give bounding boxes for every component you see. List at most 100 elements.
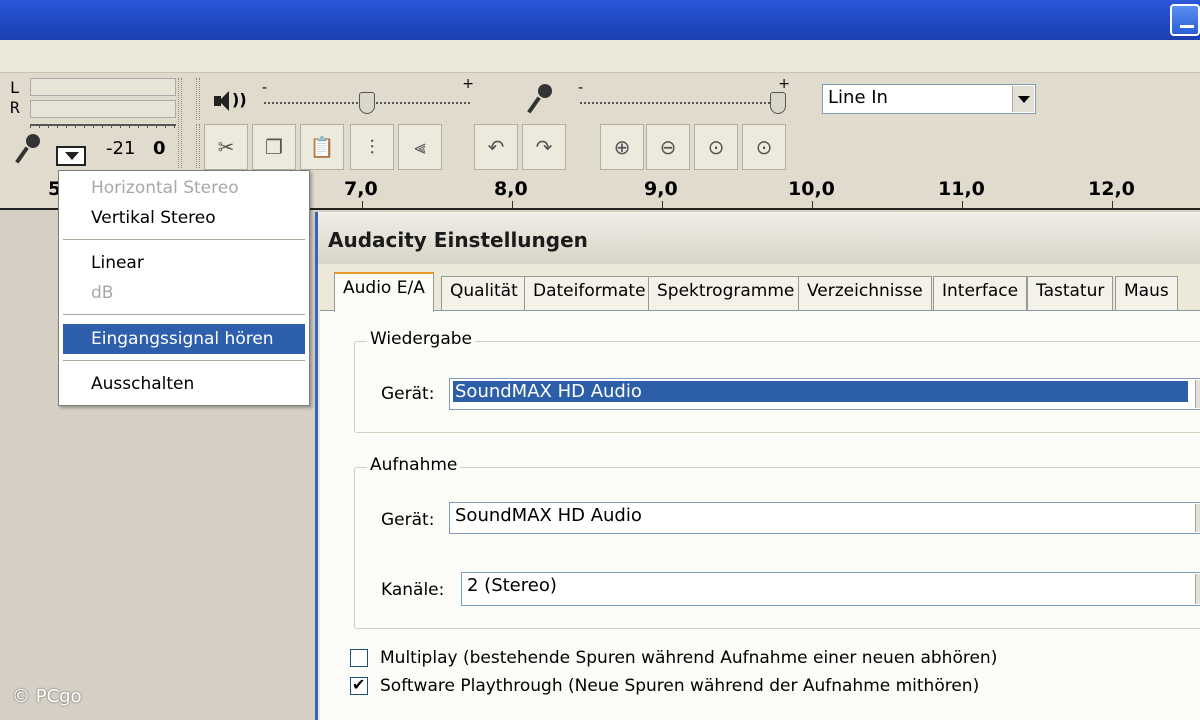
toolbar-grip[interactable]	[196, 124, 200, 168]
ruler-mark	[512, 201, 513, 208]
waveform-silence-icon: ⫷	[414, 135, 426, 159]
menu-item-horizontal-stereo[interactable]: Horizontal Stereo	[63, 173, 305, 203]
playback-group: Wiedergabe Gerät: SoundMAX HD Audio	[354, 329, 1200, 433]
fit-project-button[interactable]: ⊙	[742, 124, 786, 170]
tab-file-formats[interactable]: Dateiformate	[524, 276, 655, 310]
recording-device-select[interactable]: SoundMAX HD Audio	[449, 502, 1200, 534]
input-source-select[interactable]: Line In	[822, 84, 1036, 114]
trim-button[interactable]: ✂	[204, 124, 248, 170]
ruler-mark	[362, 201, 363, 208]
input-slider-track	[580, 102, 786, 104]
recording-group: Aufnahme Gerät: SoundMAX HD Audio Kanäle…	[354, 455, 1200, 629]
input-source-value: Line In	[828, 87, 888, 108]
menu-item-db[interactable]: dB	[63, 278, 305, 308]
undo-icon: ↶	[487, 135, 505, 159]
ruler-tick: 10,0	[788, 178, 835, 200]
right-channel-label: R	[10, 98, 20, 117]
playback-device-label: Gerät:	[381, 384, 435, 404]
chevron-down-icon	[1195, 574, 1200, 604]
ruler-tick: 11,0	[938, 178, 985, 200]
dialog-title: Audacity Einstellungen	[328, 228, 588, 252]
undo-button[interactable]: ↶	[474, 124, 518, 170]
recording-legend: Aufnahme	[367, 455, 461, 475]
input-slider-max: +	[778, 76, 790, 92]
copy-icon: ❐	[265, 135, 283, 159]
trim-outside-button[interactable]: ⫶	[350, 124, 394, 170]
menu-item-vertical-stereo[interactable]: Vertikal Stereo	[63, 203, 305, 233]
microphone-icon	[16, 134, 42, 164]
ruler-tick: 8,0	[494, 178, 528, 200]
ruler-tick: 12,0	[1088, 178, 1135, 200]
multiplay-checkbox[interactable]	[350, 649, 368, 667]
tab-quality[interactable]: Qualität	[441, 276, 527, 310]
ruler-mark	[962, 201, 963, 208]
left-level-bar	[30, 78, 176, 96]
tab-keyboard[interactable]: Tastatur	[1027, 276, 1114, 310]
zoom-fit-project-icon: ⊙	[755, 135, 773, 159]
menu-item-linear[interactable]: Linear	[63, 248, 305, 278]
redo-icon: ↷	[535, 135, 553, 159]
zoom-in-button[interactable]: ⊕	[600, 124, 644, 170]
ruler-tick: 9,0	[644, 178, 678, 200]
paste-button[interactable]: 📋	[300, 124, 344, 170]
fit-selection-button[interactable]: ⊙	[694, 124, 738, 170]
meter-db-left: -21	[106, 138, 136, 159]
multiplay-label: Multiplay (bestehende Spuren während Auf…	[380, 648, 998, 668]
menu-bar	[0, 40, 1200, 72]
input-microphone-icon	[528, 84, 554, 114]
zoom-out-icon: ⊖	[659, 135, 677, 159]
chevron-down-icon	[1195, 380, 1200, 408]
meter-toolbar: L R	[8, 76, 176, 128]
tab-mouse[interactable]: Maus	[1115, 276, 1178, 310]
waveform-trim-icon: ⫶	[369, 135, 375, 159]
ruler-mark	[1112, 201, 1113, 208]
menu-item-monitor-input[interactable]: Eingangssignal hören	[63, 324, 305, 354]
tab-directories[interactable]: Verzeichnisse	[798, 276, 932, 310]
tab-spectrograms[interactable]: Spektrogramme	[648, 276, 804, 310]
tab-audio-io[interactable]: Audio E/A	[334, 272, 434, 312]
chevron-down-icon	[1195, 504, 1200, 532]
ruler-tick: 7,0	[344, 178, 378, 200]
silence-button[interactable]: ⫷	[398, 124, 442, 170]
toolbar-grip[interactable]	[196, 78, 200, 120]
meter-popup-menu: Horizontal Stereo Vertikal Stereo Linear…	[58, 170, 310, 406]
output-slider-max: +	[462, 76, 474, 92]
zoom-in-icon: ⊕	[613, 135, 631, 159]
channels-value: 2 (Stereo)	[467, 575, 557, 596]
channels-label: Kanäle:	[381, 580, 445, 600]
menu-separator	[63, 360, 305, 362]
window-titlebar	[0, 0, 1200, 40]
right-level-bar	[30, 100, 176, 118]
input-volume-slider[interactable]: - +	[578, 76, 790, 114]
minimize-button[interactable]	[1170, 4, 1200, 36]
output-slider-knob[interactable]	[359, 92, 375, 114]
dialog-titlebar: Audacity Einstellungen	[318, 212, 1200, 264]
menu-item-disable[interactable]: Ausschalten	[63, 369, 305, 399]
ruler-mark	[812, 201, 813, 208]
scissors-icon: ✂	[217, 135, 235, 159]
redo-button[interactable]: ↷	[522, 124, 566, 170]
playback-legend: Wiedergabe	[367, 329, 476, 349]
speaker-waves-icon: ))	[232, 90, 247, 109]
software-playthrough-checkbox[interactable]	[350, 675, 368, 695]
paste-icon: 📋	[309, 135, 335, 159]
toolbar-grip[interactable]	[178, 78, 182, 168]
meter-menu-dropdown-button[interactable]	[56, 146, 86, 166]
playback-device-select[interactable]: SoundMAX HD Audio	[449, 378, 1200, 410]
left-channel-label: L	[10, 78, 20, 97]
software-playthrough-label: Software Playthrough (Neue Spuren währen…	[380, 676, 980, 696]
copy-button[interactable]: ❐	[252, 124, 296, 170]
output-volume-slider[interactable]: - +	[262, 76, 474, 114]
channels-select[interactable]: 2 (Stereo)	[461, 572, 1200, 606]
input-slider-min: -	[578, 80, 584, 96]
tab-panel-audio-io: Wiedergabe Gerät: SoundMAX HD Audio Aufn…	[320, 310, 1200, 720]
playback-device-value: SoundMAX HD Audio	[453, 381, 1188, 402]
ruler-mark	[662, 201, 663, 208]
zoom-fit-selection-icon: ⊙	[707, 135, 725, 159]
tab-interface[interactable]: Interface	[933, 276, 1028, 310]
watermark: © PCgo	[12, 686, 82, 707]
input-slider-knob[interactable]	[770, 92, 786, 114]
chevron-down-icon	[1012, 86, 1034, 112]
zoom-out-button[interactable]: ⊖	[646, 124, 690, 170]
meter-ruler	[30, 124, 176, 128]
